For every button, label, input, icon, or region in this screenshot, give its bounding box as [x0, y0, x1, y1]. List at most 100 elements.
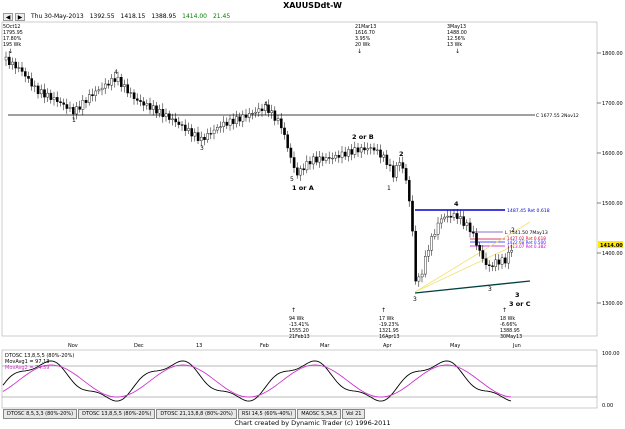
candle-body — [97, 89, 101, 92]
candle-body — [215, 127, 219, 131]
tab-rsi[interactable]: RSI 14,5 (60%-40%) — [237, 409, 297, 419]
candle-body — [296, 167, 299, 176]
candle-body — [488, 264, 491, 267]
price-axis: 1800.00 1700.00 1600.00 1500.00 1400.00 … — [597, 51, 623, 307]
annotation-line: 1555.20 — [289, 328, 309, 334]
candle-body — [151, 105, 155, 110]
candle-body — [308, 161, 312, 165]
candle-body — [337, 155, 341, 158]
candle-body — [372, 147, 376, 151]
candle-body — [81, 100, 85, 110]
candle-body — [289, 147, 293, 158]
candle-body — [203, 136, 206, 140]
candle-body — [116, 77, 120, 82]
wave-label: 1 — [387, 185, 391, 192]
candle-body — [449, 215, 453, 218]
candle-body — [126, 84, 129, 94]
date-tick: Dec — [134, 343, 144, 349]
candle-body — [110, 78, 113, 86]
price-tick: 1400.00 — [602, 251, 623, 257]
candle-body — [401, 162, 405, 169]
candle-body — [344, 151, 347, 157]
c-level-label: C 1677.55 2Nov12 — [536, 113, 579, 119]
candle-body — [4, 56, 8, 61]
candle-body — [257, 108, 261, 113]
candle-body — [59, 101, 62, 103]
indicator-tabs: DTOSC 8,5,3,3 (80%-20%) DTOSC 13,8,5,5 (… — [3, 409, 366, 419]
candle-body — [280, 118, 283, 129]
candle-body — [427, 249, 430, 257]
candle-body — [484, 258, 488, 266]
candle-body — [328, 157, 331, 159]
candle-body — [107, 83, 110, 86]
candle-body — [171, 118, 174, 120]
candle-body — [36, 85, 40, 95]
candle-body — [132, 92, 136, 99]
candle-body — [507, 251, 510, 264]
tab-vol[interactable]: Vol 21 — [342, 409, 366, 419]
annotation-line: 30May13 — [500, 334, 522, 340]
annotation-line: 18 Wk — [500, 316, 515, 322]
candle-body — [318, 156, 322, 163]
candle-body — [71, 107, 75, 115]
candle-body — [459, 216, 462, 219]
candle-body — [424, 256, 427, 275]
candle-body — [481, 250, 485, 259]
candle-body — [119, 77, 123, 87]
candle-body — [135, 98, 139, 101]
tab-maosc[interactable]: MAOSC 5,34,5 — [297, 409, 342, 419]
candle-body — [212, 129, 216, 134]
chart-canvas[interactable]: 1800.00 1700.00 1600.00 1500.00 1400.00 … — [0, 0, 625, 429]
oscillator-pane — [1, 349, 598, 409]
credit-text: Chart created by Dynamic Trader (c) 1996… — [234, 419, 391, 427]
date-tick: Feb — [260, 343, 269, 349]
candle-body — [440, 218, 443, 224]
candle-body — [68, 107, 72, 109]
wave-label: 5 — [290, 176, 294, 183]
annotation-line: 16Apr13 — [379, 334, 400, 340]
candle-body — [369, 147, 373, 149]
date-tick: Mar — [320, 343, 330, 349]
annotation-line: -6.66% — [500, 322, 517, 328]
candle-body — [417, 276, 421, 282]
candle-body — [244, 114, 248, 118]
tab-dtosc-21[interactable]: DTOSC 21,13,8,8 (80%-20%) — [156, 409, 237, 419]
candle-body — [324, 157, 328, 161]
tab-dtosc-8[interactable]: DTOSC 8,5,3,3 (80%-20%) — [3, 409, 78, 419]
date-tick: Nov — [68, 343, 78, 349]
wave-label: 4 — [454, 200, 459, 208]
candle-body — [286, 134, 290, 149]
candle-body — [94, 90, 97, 96]
osc-tick: 100.00 — [602, 351, 620, 357]
price-pane — [1, 21, 598, 337]
candle-body — [472, 231, 475, 234]
wave-label: 4 — [114, 69, 118, 76]
candle-body — [436, 222, 440, 235]
candle-body — [340, 151, 344, 158]
annotation-line: 1795.95 — [3, 30, 23, 36]
candle-body — [139, 100, 142, 102]
candle-body — [276, 118, 280, 121]
candle-body — [254, 111, 258, 114]
wave-label: 2 or B — [352, 133, 374, 141]
candle-body — [158, 109, 162, 114]
annotation-line: 3May13 — [447, 24, 466, 30]
candle-body — [113, 78, 117, 82]
svg-text:↓: ↓ — [357, 48, 362, 55]
candle-body — [190, 128, 194, 137]
tab-dtosc-13[interactable]: DTOSC 13,8,5,5 (80%-20%) — [78, 409, 156, 419]
candle-body — [376, 149, 379, 151]
candle-body — [180, 124, 184, 126]
wave-label: 3 or C — [509, 300, 531, 308]
candle-body — [65, 104, 69, 109]
date-tick: May — [450, 343, 460, 349]
candle-body — [123, 84, 126, 87]
candle-body — [225, 121, 229, 126]
candle-body — [187, 128, 190, 131]
wave-label: 3 — [515, 291, 520, 299]
candle-body — [270, 110, 274, 113]
price-tick: 1700.00 — [602, 101, 623, 107]
candle-body — [462, 216, 466, 226]
candle-body — [193, 132, 197, 137]
candle-body — [363, 147, 366, 151]
